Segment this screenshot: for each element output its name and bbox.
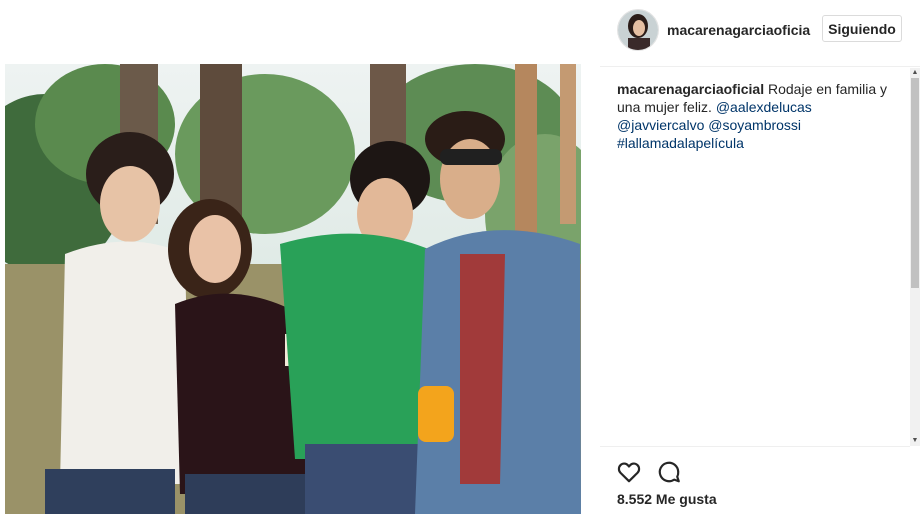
post-caption: macarenagarciaoficial Rodaje en familia … — [617, 80, 889, 152]
post-header: macarenagarciaoficia Siguiendo — [600, 0, 920, 67]
hashtag-link[interactable]: #lallamadalapelícula — [617, 135, 744, 151]
mention-link-soyambrossi[interactable]: @soyambrossi — [708, 117, 801, 133]
scroll-thumb[interactable] — [911, 78, 919, 288]
scroll-down-arrow-icon[interactable]: ▼ — [910, 436, 920, 446]
avatar[interactable] — [617, 9, 659, 51]
comments-scrollbar[interactable]: ▲ ▼ — [910, 68, 920, 446]
post-photo[interactable] — [5, 64, 581, 514]
mention-link-aalexdelucas[interactable]: @aalexdelucas — [716, 99, 812, 115]
header-username[interactable]: macarenagarciaoficia — [667, 22, 810, 38]
following-button[interactable]: Siguiendo — [822, 15, 902, 42]
caption-username[interactable]: macarenagarciaoficial — [617, 81, 764, 97]
mention-link-javviercalvo[interactable]: @javviercalvo — [617, 117, 704, 133]
comment-bubble-icon[interactable] — [656, 459, 682, 485]
likes-count[interactable]: 8.552 Me gusta — [617, 491, 717, 507]
photo-illustration — [5, 64, 581, 514]
heart-outline-icon[interactable] — [616, 459, 642, 485]
scroll-up-arrow-icon[interactable]: ▲ — [910, 68, 920, 78]
post-actions: 8.552 Me gusta — [600, 446, 910, 515]
